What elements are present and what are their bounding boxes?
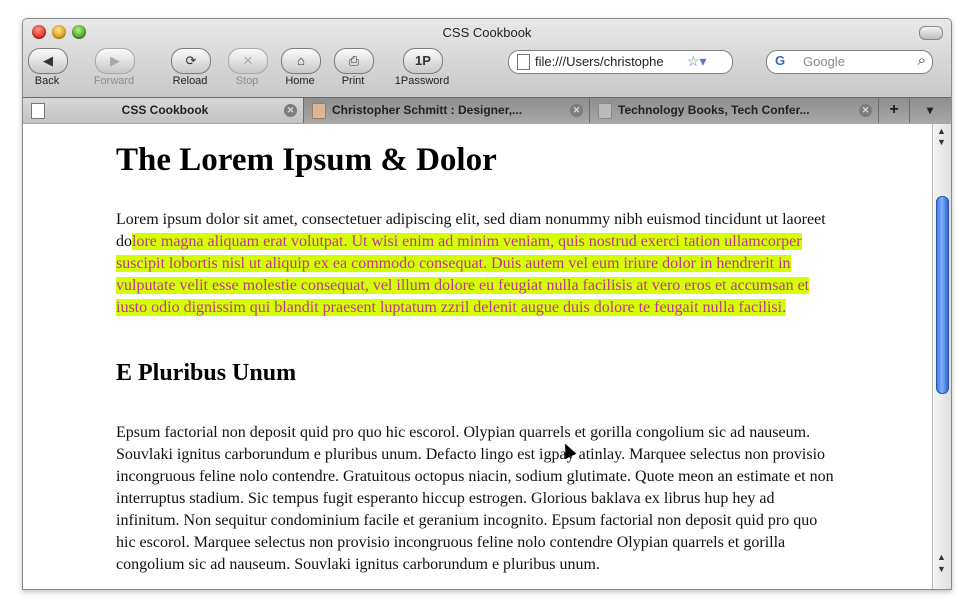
1password-label: 1Password: [394, 75, 450, 87]
tab-css-cookbook[interactable]: CSS Cookbook ✕: [23, 98, 304, 123]
1password-icon: 1P: [415, 53, 431, 68]
url-text: file:///Users/christophe: [535, 54, 664, 69]
page-content: The Lorem Ipsum & Dolor Lorem ipsum dolo…: [23, 124, 933, 589]
stop-button[interactable]: ✕: [228, 48, 268, 74]
back-arrow-icon: ◀: [43, 53, 53, 68]
close-tab-icon[interactable]: ✕: [859, 104, 872, 117]
back-button[interactable]: ◀: [28, 48, 68, 74]
tab-christopher-schmitt[interactable]: Christopher Schmitt : Designer,... ✕: [304, 98, 590, 123]
close-tab-icon[interactable]: ✕: [284, 104, 297, 117]
back-label: Back: [34, 75, 60, 87]
home-button[interactable]: ⌂: [281, 48, 321, 74]
reload-icon: ⟳: [185, 53, 197, 68]
tab-label: Technology Books, Tech Confer...: [618, 103, 810, 117]
new-tab-button[interactable]: +: [879, 98, 910, 123]
close-tab-icon[interactable]: ✕: [570, 104, 583, 117]
vertical-scrollbar[interactable]: ▲ ▼ ▲ ▼: [932, 124, 951, 589]
scroll-down-icon[interactable]: ▼: [937, 564, 946, 574]
google-icon[interactable]: G: [771, 53, 789, 71]
scrollbar-thumb[interactable]: [936, 196, 949, 394]
reload-label: Reload: [172, 75, 208, 87]
page-heading: The Lorem Ipsum & Dolor: [116, 142, 497, 178]
forward-arrow-icon: ▶: [110, 53, 120, 68]
print-button[interactable]: ⎙: [334, 48, 374, 74]
search-icon[interactable]: ⌕: [918, 52, 926, 69]
scroll-up-icon[interactable]: ▲: [937, 552, 946, 562]
print-label: Print: [341, 75, 365, 87]
reload-button[interactable]: ⟳: [171, 48, 211, 74]
highlighted-text: lore magna aliquam erat volutpat. Ut wis…: [116, 233, 810, 316]
subheading: E Pluribus Unum: [116, 360, 297, 386]
favicon-icon: [598, 103, 612, 119]
search-placeholder: Google: [803, 54, 845, 69]
search-field[interactable]: G Google ⌕: [766, 50, 933, 74]
tab-technology-books[interactable]: Technology Books, Tech Confer... ✕: [590, 98, 879, 123]
stop-icon: ✕: [242, 53, 254, 68]
home-icon: ⌂: [297, 53, 305, 68]
tab-list-icon[interactable]: ▾: [910, 98, 950, 123]
stop-label: Stop: [235, 75, 259, 87]
tab-bar: CSS Cookbook ✕ Christopher Schmitt : Des…: [23, 97, 951, 124]
1password-button[interactable]: 1P: [403, 48, 443, 74]
home-label: Home: [285, 75, 315, 87]
paragraph-1: Lorem ipsum dolor sit amet, consectetuer…: [116, 209, 836, 319]
toolbar-area: CSS Cookbook ◀ Back ▶ Forward ⟳ Reload ✕…: [23, 19, 951, 124]
page-icon: [517, 54, 530, 70]
forward-label: Forward: [93, 75, 135, 87]
scroll-up-icon[interactable]: ▲: [937, 126, 946, 136]
paragraph-2: Epsum factorial non deposit quid pro quo…: [116, 424, 834, 573]
tab-label: Christopher Schmitt : Designer,...: [332, 103, 523, 117]
scroll-down-icon[interactable]: ▼: [937, 137, 946, 147]
forward-button[interactable]: ▶: [95, 48, 135, 74]
address-bar[interactable]: file:///Users/christophe ☆▾: [508, 50, 733, 74]
printer-icon: ⎙: [348, 53, 360, 68]
bookmark-star-icon[interactable]: ☆▾: [687, 53, 707, 70]
tab-label: CSS Cookbook: [121, 103, 209, 117]
window-title: CSS Cookbook: [442, 25, 532, 40]
page-icon: [31, 103, 45, 119]
favicon-icon: [312, 103, 326, 119]
browser-window: CSS Cookbook ◀ Back ▶ Forward ⟳ Reload ✕…: [22, 18, 952, 590]
toolbar-toggle-button[interactable]: [919, 26, 943, 40]
